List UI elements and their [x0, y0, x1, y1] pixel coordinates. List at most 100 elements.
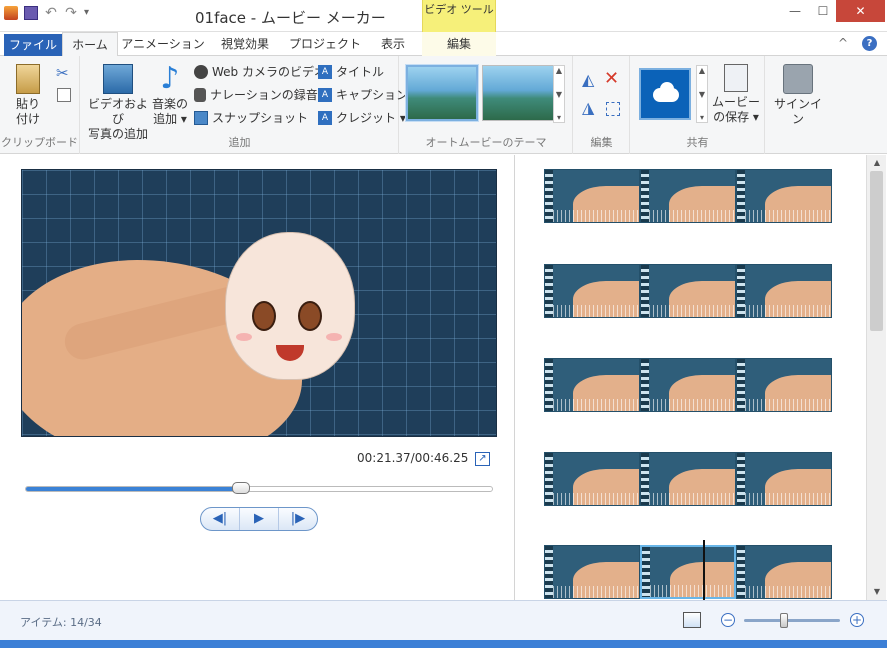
share-group-label: 共有 — [686, 136, 709, 149]
close-button[interactable]: ✕ — [836, 0, 885, 22]
thumbnail-size-icon[interactable] — [683, 612, 701, 628]
select-all-icon[interactable] — [606, 102, 620, 116]
clip-thumbnail[interactable] — [640, 358, 736, 412]
clip-thumbnail[interactable] — [544, 358, 640, 412]
play-icon[interactable]: ▶ — [240, 508, 279, 530]
save-icon[interactable] — [24, 6, 38, 20]
app-icon[interactable] — [4, 6, 18, 20]
clip-thumbnail[interactable] — [544, 169, 640, 223]
clip-thumbnail[interactable] — [544, 452, 640, 506]
storyboard-row — [544, 452, 832, 506]
tab-view[interactable]: 表示 — [368, 32, 418, 56]
collapse-ribbon-icon[interactable]: ^ — [838, 36, 848, 51]
clip-thumbnail[interactable] — [736, 545, 832, 599]
credits-icon: A — [318, 111, 332, 125]
save-movie-button[interactable]: ムービー の保存 ▾ — [711, 64, 761, 125]
tab-edit[interactable]: 編集 — [422, 32, 496, 56]
add-group-label: 追加 — [228, 136, 251, 149]
clip-thumbnail[interactable] — [544, 264, 640, 318]
storyboard-playhead[interactable] — [703, 540, 705, 600]
clipboard-group-label: クリップボード — [1, 136, 78, 149]
automovie-group-label: オートムービーのテーマ — [425, 136, 547, 149]
clip-thumbnail[interactable] — [736, 264, 832, 318]
tab-file[interactable]: ファイル — [4, 34, 62, 56]
video-preview[interactable] — [21, 169, 497, 437]
gallery-up-icon[interactable]: ▲ — [556, 66, 562, 75]
scroll-up-icon[interactable]: ▲ — [867, 155, 887, 171]
seek-thumb[interactable] — [232, 482, 251, 494]
redo-icon[interactable]: ↷ — [64, 6, 78, 20]
theme-thumbnail-contemporary[interactable] — [482, 65, 554, 121]
zoom-thumb[interactable] — [780, 613, 789, 628]
minimize-button[interactable]: — — [781, 0, 809, 22]
status-bar: アイテム: 14/34 − + — [0, 600, 887, 640]
scroll-down-icon[interactable]: ▼ — [867, 584, 887, 600]
webcam-icon — [194, 65, 208, 79]
clip-thumbnail[interactable] — [736, 452, 832, 506]
clipboard-group: 貼り 付け ✂ クリップボード — [0, 56, 80, 154]
gallery-down-icon[interactable]: ▼ — [556, 90, 562, 99]
clip-thumbnail[interactable] — [736, 358, 832, 412]
ribbon: 貼り 付け ✂ クリップボード ビデオおよび 写真の追加 ♪ 音楽の 追加 ▾ … — [0, 56, 887, 154]
tab-home[interactable]: ホーム — [62, 32, 118, 57]
clip-thumbnail[interactable] — [736, 169, 832, 223]
quick-access-toolbar: ↶ ↷ ▾ — [4, 6, 98, 20]
snapshot-button[interactable]: スナップショット — [194, 108, 308, 128]
gallery-more-icon[interactable]: ▾ — [557, 113, 561, 122]
credits-button[interactable]: A クレジット ▾ — [318, 108, 406, 128]
customize-qat-icon[interactable]: ▾ — [84, 6, 98, 20]
signin-button[interactable]: サインイン — [770, 64, 826, 127]
maximize-button[interactable]: ☐ — [809, 0, 837, 22]
title-bar: ↶ ↷ ▾ 01face - ムービー メーカー ビデオ ツール — ☐ ✕ — [0, 0, 887, 32]
zoom-out-icon[interactable]: − — [721, 613, 735, 627]
help-icon[interactable]: ? — [862, 36, 877, 51]
seek-bar[interactable] — [25, 482, 493, 494]
onedrive-icon[interactable] — [639, 68, 691, 120]
tab-project[interactable]: プロジェクト — [284, 32, 366, 56]
storyboard — [516, 155, 868, 600]
snapshot-icon — [194, 111, 208, 125]
paste-button[interactable]: 貼り 付け — [8, 64, 48, 127]
cut-icon[interactable]: ✂ — [56, 64, 69, 82]
caption-button[interactable]: A キャプション — [318, 85, 408, 105]
add-music-button[interactable]: ♪ 音楽の 追加 ▾ — [151, 64, 189, 127]
clip-thumbnail[interactable] — [640, 452, 736, 506]
edit-group: ◭ ✕ ◮ 編集 — [574, 56, 630, 154]
add-video-photo-button[interactable]: ビデオおよび 写真の追加 — [85, 64, 151, 142]
automovie-themes-group: ▲ ▼ ▾ オートムービーのテーマ — [400, 56, 573, 154]
storyboard-scrollbar[interactable]: ▲ ▼ — [866, 155, 886, 600]
storyboard-row — [544, 545, 832, 599]
previous-frame-icon[interactable]: ◀| — [201, 508, 240, 530]
rotate-right-icon[interactable]: ◮ — [582, 98, 594, 117]
storyboard-row — [544, 358, 832, 412]
zoom-in-icon[interactable]: + — [850, 613, 864, 627]
scroll-thumb[interactable] — [870, 171, 883, 331]
zoom-slider[interactable] — [744, 613, 840, 628]
share-up-icon[interactable]: ▲ — [699, 66, 705, 75]
next-frame-icon[interactable]: |▶ — [279, 508, 317, 530]
share-down-icon[interactable]: ▼ — [699, 90, 705, 99]
clip-thumbnail-selected[interactable] — [640, 545, 736, 599]
tab-visual-effects[interactable]: 視覚効果 — [208, 32, 282, 56]
clip-thumbnail[interactable] — [640, 169, 736, 223]
clip-thumbnail[interactable] — [640, 264, 736, 318]
copy-icon[interactable] — [57, 88, 71, 102]
share-gallery-scroll[interactable]: ▲ ▼ ▾ — [696, 65, 708, 123]
title-icon: A — [318, 65, 332, 79]
title-button[interactable]: A タイトル — [318, 62, 384, 82]
theme-thumbnail-default[interactable] — [406, 65, 478, 121]
fullscreen-icon[interactable]: ↗ — [475, 452, 490, 466]
rotate-left-icon[interactable]: ◭ — [582, 70, 594, 89]
user-icon — [783, 64, 813, 94]
delete-icon[interactable]: ✕ — [604, 68, 619, 89]
webcam-video-button[interactable]: Web カメラのビデオ — [194, 62, 326, 82]
theme-gallery-scroll[interactable]: ▲ ▼ ▾ — [553, 65, 565, 123]
undo-icon[interactable]: ↶ — [44, 6, 58, 20]
record-narration-button[interactable]: ナレーションの録音 ▾ — [194, 85, 328, 105]
share-more-icon[interactable]: ▾ — [700, 113, 704, 122]
preview-pane: 00:21.37/00:46.25 ↗ ◀| ▶ |▶ — [0, 155, 515, 600]
paper-face-image — [225, 232, 355, 380]
microphone-icon — [194, 88, 206, 102]
tab-animation[interactable]: アニメーション — [120, 32, 206, 56]
clip-thumbnail[interactable] — [544, 545, 640, 599]
